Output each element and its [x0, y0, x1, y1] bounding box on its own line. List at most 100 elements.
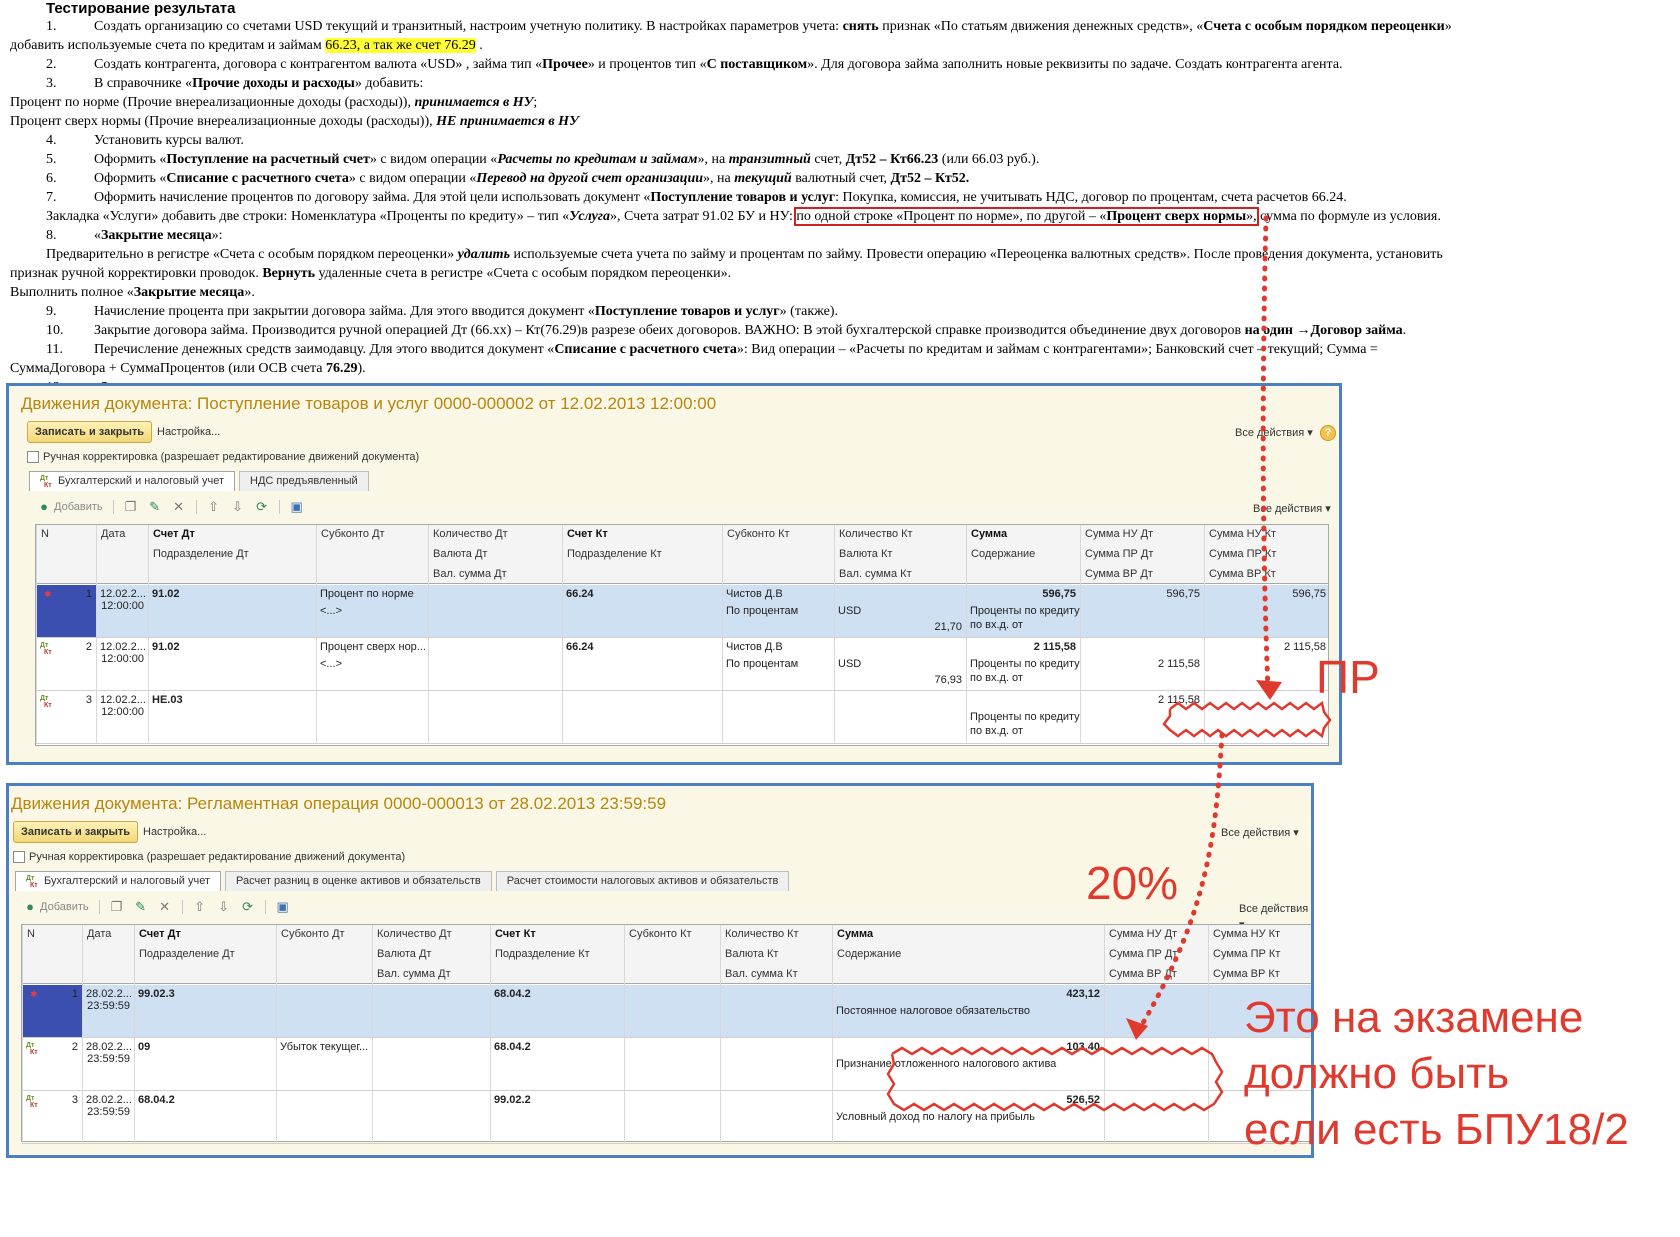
- table-row[interactable]: Дт Кт 2 28.02.2... 23:59:59 09 Убыток текущег.…: [22, 1038, 1311, 1091]
- column-header[interactable]: Сумма: [832, 925, 1104, 944]
- column-header[interactable]: Сумма НУ Дт: [1104, 925, 1208, 944]
- column-header[interactable]: Сумма ВР Дт: [1080, 565, 1204, 584]
- column-header[interactable]: Количество Дт: [428, 525, 562, 544]
- column-header[interactable]: [276, 965, 372, 984]
- add-button[interactable]: Добавить: [54, 501, 103, 513]
- column-header[interactable]: [82, 945, 134, 964]
- column-header[interactable]: Сумма НУ Кт: [1208, 925, 1311, 944]
- checkbox-box[interactable]: [27, 451, 39, 463]
- column-header[interactable]: [36, 565, 96, 584]
- copy-icon[interactable]: ❐: [124, 500, 138, 514]
- save-and-close-button[interactable]: Записать и закрыть: [27, 421, 153, 443]
- column-header[interactable]: [490, 965, 624, 984]
- column-header[interactable]: Счет Дт: [148, 525, 316, 544]
- column-header[interactable]: Подразделение Дт: [134, 945, 276, 964]
- table-row[interactable]: Дт Кт 2 12.02.2... 12:00:00 91.02 Процент свер…: [36, 638, 1328, 691]
- add-icon[interactable]: ●: [37, 500, 51, 514]
- column-header[interactable]: [966, 565, 1080, 584]
- settings-link[interactable]: Настройка...: [157, 421, 220, 443]
- move-up-icon[interactable]: ⇧: [207, 500, 221, 514]
- column-header[interactable]: Сумма ВР Кт: [1208, 965, 1311, 984]
- column-header[interactable]: Количество Кт: [720, 925, 832, 944]
- table-row[interactable]: ✱ 1 12.02.2... 12:00:00 91.02 Процент по норм…: [36, 585, 1328, 638]
- column-header[interactable]: [22, 965, 82, 984]
- refresh-icon[interactable]: ⟳: [255, 500, 269, 514]
- column-header[interactable]: [36, 545, 96, 564]
- column-header[interactable]: Субконто Кт: [624, 925, 720, 944]
- delete-icon[interactable]: ✕: [172, 500, 186, 514]
- column-header[interactable]: Сумма ВР Дт: [1104, 965, 1208, 984]
- column-header[interactable]: Подразделение Дт: [148, 545, 316, 564]
- column-header[interactable]: Валюта Кт: [720, 945, 832, 964]
- column-header[interactable]: Сумма НУ Кт: [1204, 525, 1330, 544]
- add-button[interactable]: Добавить: [40, 901, 89, 913]
- manual-correction-checkbox[interactable]: Ручная корректировка (разрешает редактир…: [13, 851, 405, 863]
- all-actions-menu[interactable]: Все действия ▾: [1221, 825, 1299, 841]
- column-header[interactable]: [316, 545, 428, 564]
- column-header[interactable]: N: [22, 925, 82, 944]
- column-header[interactable]: Субконто Кт: [722, 525, 834, 544]
- column-header[interactable]: Подразделение Кт: [490, 945, 624, 964]
- column-header[interactable]: [316, 565, 428, 584]
- export-icon[interactable]: ▣: [276, 900, 290, 914]
- column-header[interactable]: Сумма ВР Кт: [1204, 565, 1330, 584]
- column-header[interactable]: Счет Кт: [562, 525, 722, 544]
- save-and-close-button[interactable]: Записать и закрыть: [13, 821, 139, 843]
- column-header[interactable]: [22, 945, 82, 964]
- column-header[interactable]: Дата: [96, 525, 148, 544]
- tab-accounting[interactable]: Дт Кт Бухгалтерский и налоговый учет: [29, 471, 236, 491]
- column-header[interactable]: Вал. сумма Кт: [834, 565, 966, 584]
- column-header[interactable]: Дата: [82, 925, 134, 944]
- column-header[interactable]: Вал. сумма Дт: [428, 565, 562, 584]
- column-header[interactable]: Количество Дт: [372, 925, 490, 944]
- edit-icon[interactable]: ✎: [148, 500, 162, 514]
- grid-all-actions-menu[interactable]: Все действия ▾: [1253, 501, 1331, 517]
- all-actions-menu[interactable]: Все действия ▾: [1235, 425, 1313, 441]
- checkbox-box[interactable]: [13, 851, 25, 863]
- table-row[interactable]: Дт Кт 3 12.02.2... 12:00:00 НЕ.03 Проценты по …: [36, 691, 1328, 744]
- column-header[interactable]: Сумма ПР Дт: [1080, 545, 1204, 564]
- add-icon[interactable]: ●: [23, 900, 37, 914]
- column-header[interactable]: Сумма ПР Кт: [1204, 545, 1330, 564]
- column-header[interactable]: [832, 965, 1104, 984]
- move-up-icon[interactable]: ⇧: [193, 900, 207, 914]
- tab-accounting[interactable]: Дт Кт Бухгалтерский и налоговый учет: [15, 871, 222, 891]
- export-icon[interactable]: ▣: [290, 500, 304, 514]
- delete-icon[interactable]: ✕: [158, 900, 172, 914]
- tab-tax-assets[interactable]: Расчет стоимости налоговых активов и обя…: [495, 871, 790, 891]
- column-header[interactable]: [722, 565, 834, 584]
- column-header[interactable]: Сумма ПР Дт: [1104, 945, 1208, 964]
- copy-icon[interactable]: ❐: [110, 900, 124, 914]
- column-header[interactable]: [96, 565, 148, 584]
- move-down-icon[interactable]: ⇩: [231, 500, 245, 514]
- column-header[interactable]: Валюта Дт: [428, 545, 562, 564]
- column-header[interactable]: N: [36, 525, 96, 544]
- column-header[interactable]: [82, 965, 134, 984]
- help-icon[interactable]: ?: [1320, 425, 1336, 441]
- table-row[interactable]: Дт Кт 3 28.02.2... 23:59:59 68.04.2 99.02.2 526…: [22, 1091, 1311, 1144]
- column-header[interactable]: Подразделение Кт: [562, 545, 722, 564]
- column-header[interactable]: Содержание: [832, 945, 1104, 964]
- column-header[interactable]: [624, 945, 720, 964]
- column-header[interactable]: Сумма НУ Дт: [1080, 525, 1204, 544]
- column-header[interactable]: Валюта Кт: [834, 545, 966, 564]
- column-header[interactable]: Субконто Дт: [316, 525, 428, 544]
- column-header[interactable]: Количество Кт: [834, 525, 966, 544]
- tab-vat[interactable]: НДС предъявленный: [239, 471, 369, 491]
- column-header[interactable]: Счет Дт: [134, 925, 276, 944]
- column-header[interactable]: Сумма ПР Кт: [1208, 945, 1311, 964]
- table-row[interactable]: ✱ 1 28.02.2... 23:59:59 99.02.3 68.04.2 423,12…: [22, 985, 1311, 1038]
- column-header[interactable]: [276, 945, 372, 964]
- manual-correction-checkbox[interactable]: Ручная корректировка (разрешает редактир…: [27, 451, 419, 463]
- edit-icon[interactable]: ✎: [134, 900, 148, 914]
- column-header[interactable]: Сумма: [966, 525, 1080, 544]
- column-header[interactable]: [134, 965, 276, 984]
- settings-link[interactable]: Настройка...: [143, 821, 206, 843]
- column-header[interactable]: Вал. сумма Кт: [720, 965, 832, 984]
- column-header[interactable]: Вал. сумма Дт: [372, 965, 490, 984]
- column-header[interactable]: [722, 545, 834, 564]
- column-header[interactable]: [562, 565, 722, 584]
- column-header[interactable]: [148, 565, 316, 584]
- column-header[interactable]: Счет Кт: [490, 925, 624, 944]
- move-down-icon[interactable]: ⇩: [217, 900, 231, 914]
